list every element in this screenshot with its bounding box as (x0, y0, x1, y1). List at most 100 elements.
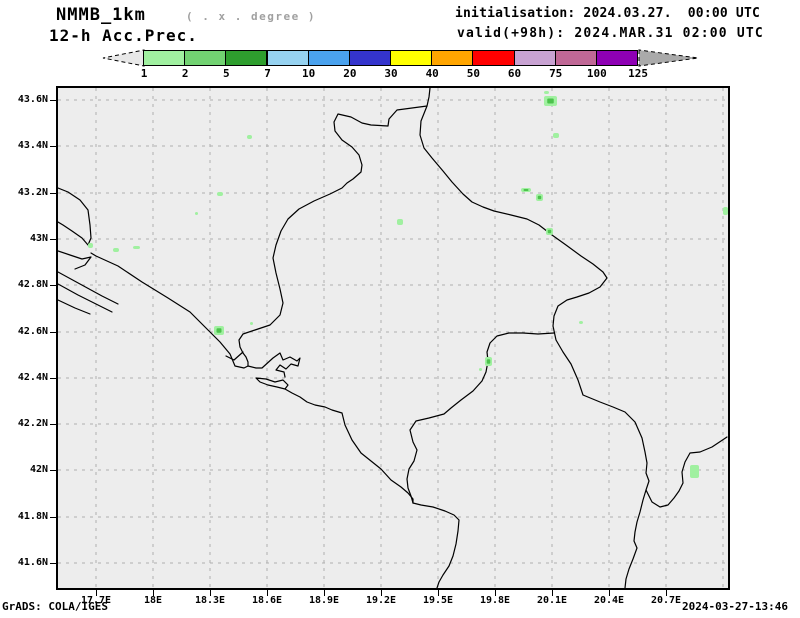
x-axis-tick-label: 20.1E (522, 595, 582, 606)
y-axis-tick-label: 42.8N (0, 279, 48, 290)
border-montenegro-albania-lake-skadar (407, 333, 554, 503)
colorbar-level-label: 10 (292, 67, 326, 80)
y-axis-tick (50, 100, 57, 101)
precip-spot (544, 91, 549, 94)
peljesac-peninsula-outline (58, 188, 91, 245)
precip-spot (690, 465, 699, 478)
island-line-3 (58, 300, 90, 314)
y-axis-tick-label: 42N (0, 464, 48, 475)
precip-spot-core (548, 230, 552, 234)
y-axis-tick-label: 43.4N (0, 140, 48, 151)
x-axis-tick (210, 590, 211, 596)
colorbar-level-label: 7 (251, 67, 285, 80)
adriatic-coastline-south (285, 389, 413, 503)
model-title: NMMB_1km (56, 5, 146, 25)
colorbar-segment (555, 50, 597, 66)
precip-spot (397, 219, 403, 225)
x-axis-tick (552, 590, 553, 596)
y-axis-tick (50, 424, 57, 425)
y-axis-tick-label: 41.8N (0, 511, 48, 522)
precip-spot (217, 192, 223, 196)
colorbar-level-label: 100 (580, 67, 614, 80)
precip-spot (133, 246, 140, 249)
y-axis-tick-label: 42.4N (0, 372, 48, 383)
colorbar-segment (184, 50, 226, 66)
grads-precip-forecast-page: NMMB_1km ( . x . degree ) 12-h Acc.Prec.… (0, 0, 800, 618)
colorbar-segment (472, 50, 514, 66)
colorbar-segment (514, 50, 556, 66)
precip-spot (723, 207, 728, 215)
precip-spot (250, 322, 253, 325)
colorbar-segment (349, 50, 391, 66)
colorbar-segment (267, 50, 309, 66)
colorbar-level-label: 20 (333, 67, 367, 80)
precip-spot (195, 212, 198, 215)
colorbar-level-label: 125 (621, 67, 655, 80)
x-axis-tick (153, 590, 154, 596)
x-axis-tick (381, 590, 382, 596)
albanian-coastline-south (413, 503, 459, 588)
y-axis-tick-label: 41.6N (0, 557, 48, 568)
grads-credit: GrADS: COLA/IGES (2, 600, 108, 613)
precip-spot-core (547, 99, 554, 104)
grid-resolution-note: ( . x . degree ) (186, 10, 316, 23)
x-axis-tick-label: 18E (123, 595, 183, 606)
x-axis-tick (324, 590, 325, 596)
valid-time-label: valid(+98h): 2024.MAR.31 02:00 UTC (457, 26, 764, 41)
y-axis-tick (50, 239, 57, 240)
colorbar-segment (143, 50, 185, 66)
colorbar-level-label: 75 (539, 67, 573, 80)
precip-spot (479, 368, 482, 371)
x-axis-tick-label: 19.5E (408, 595, 468, 606)
precip-spot-core (217, 328, 222, 333)
grid-lines (58, 88, 728, 588)
colorbar-level-label: 1 (127, 67, 161, 80)
y-axis-tick-label: 42.2N (0, 418, 48, 429)
y-axis-tick-label: 42.6N (0, 326, 48, 337)
adriatic-coastline-north (91, 253, 248, 368)
y-axis-tick (50, 146, 57, 147)
colorbar-level-label: 50 (456, 67, 490, 80)
x-axis-tick (495, 590, 496, 596)
x-axis-tick (666, 590, 667, 596)
precipitation-spots (88, 91, 728, 478)
precipitation-map (58, 88, 728, 588)
precip-spot (113, 248, 119, 252)
border-bosnia-montenegro (239, 88, 430, 366)
bay-of-kotor-upper (248, 353, 300, 377)
colorbar-segment (225, 50, 267, 66)
precip-spot-core (538, 196, 542, 200)
precip-spot (553, 133, 559, 138)
x-axis-tick (267, 590, 268, 596)
precip-spot (579, 321, 583, 324)
y-axis-tick (50, 517, 57, 518)
precip-spot (88, 243, 93, 248)
country-borders (58, 88, 727, 588)
x-axis-tick-label: 19.8E (465, 595, 525, 606)
island-line-2 (58, 284, 112, 312)
colorbar-level-label: 5 (209, 67, 243, 80)
map-plot-area (56, 86, 730, 590)
colorbar-segment (431, 50, 473, 66)
colorbar-segment (596, 50, 638, 66)
y-axis-tick (50, 285, 57, 286)
x-axis-tick-label: 18.6E (237, 595, 297, 606)
bay-of-kotor-lower (256, 378, 288, 389)
y-axis-tick-label: 43.2N (0, 187, 48, 198)
colorbar-segment (390, 50, 432, 66)
colorbar-level-label: 2 (168, 67, 202, 80)
island-line-1 (58, 272, 118, 304)
x-axis-tick (96, 590, 97, 596)
y-axis-tick (50, 378, 57, 379)
colorbar-underflow-arrow (98, 47, 146, 69)
colorbar-segment (308, 50, 350, 66)
border-spur (226, 352, 243, 360)
y-axis-tick (50, 563, 57, 564)
y-axis-tick (50, 332, 57, 333)
colorbar-level-label: 30 (374, 67, 408, 80)
colorbar-level-label: 60 (498, 67, 532, 80)
precip-spot (247, 135, 252, 139)
init-time-label: initialisation: 2024.03.27. 00:00 UTC (455, 6, 760, 21)
y-axis-tick (50, 193, 57, 194)
precip-spot-core (487, 359, 491, 364)
